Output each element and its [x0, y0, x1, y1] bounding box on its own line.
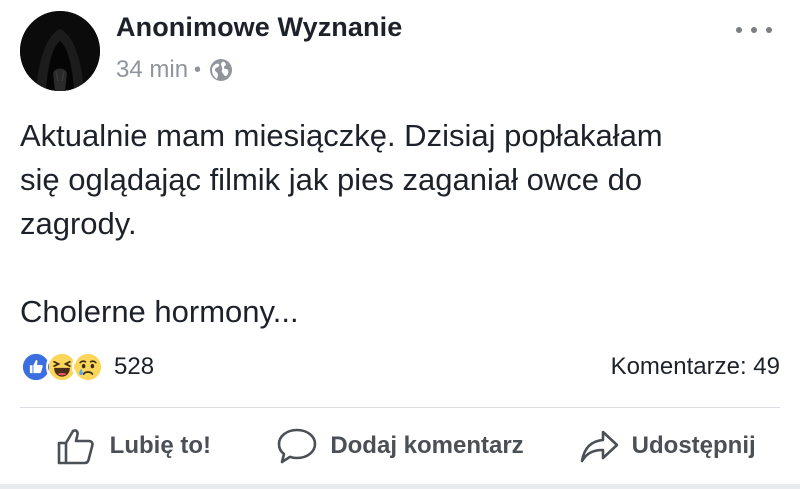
reaction-count: 528 [114, 353, 155, 380]
comment-button-label: Dodaj komentarz [330, 432, 524, 459]
share-button-label: Udostępnij [631, 432, 756, 459]
author-avatar[interactable] [20, 11, 100, 91]
comments-count-link[interactable]: Komentarze: 49 [611, 353, 780, 381]
sad-reaction-icon [72, 351, 104, 383]
post-card: Anonimowe Wyznanie 34 min • Aktualnie ma… [0, 0, 800, 489]
post-time[interactable]: 34 min [116, 56, 188, 84]
post-actions-bar: Lubię to! Dodaj komentarz Udostępnij [0, 408, 800, 484]
hooded-figure-icon [20, 11, 100, 91]
author-name[interactable]: Anonimowe Wyznanie [116, 12, 402, 43]
meta-separator: • [194, 58, 202, 81]
thumbs-up-icon [57, 429, 94, 465]
post-paragraph: Cholerne hormony... [20, 294, 299, 329]
reactions-summary[interactable]: 528 [20, 350, 154, 384]
comment-button[interactable]: Dodaj komentarz [267, 408, 534, 484]
globe-icon[interactable] [209, 58, 233, 82]
share-button[interactable]: Udostępnij [533, 408, 800, 484]
more-dot [736, 27, 742, 33]
more-options-button[interactable] [736, 20, 772, 40]
share-arrow-icon [580, 430, 618, 463]
like-button-label: Lubię to! [109, 432, 211, 459]
like-button[interactable]: Lubię to! [0, 408, 267, 484]
post-meta: 34 min • [116, 56, 233, 84]
post-paragraph: Aktualnie mam miesiączkę. Dzisiaj popłak… [20, 118, 663, 241]
more-dot [766, 27, 772, 33]
feed-separator [0, 484, 800, 489]
more-dot [751, 27, 757, 33]
post-text: Aktualnie mam miesiączkę. Dzisiaj popłak… [20, 114, 780, 334]
speech-bubble-icon [278, 428, 317, 464]
